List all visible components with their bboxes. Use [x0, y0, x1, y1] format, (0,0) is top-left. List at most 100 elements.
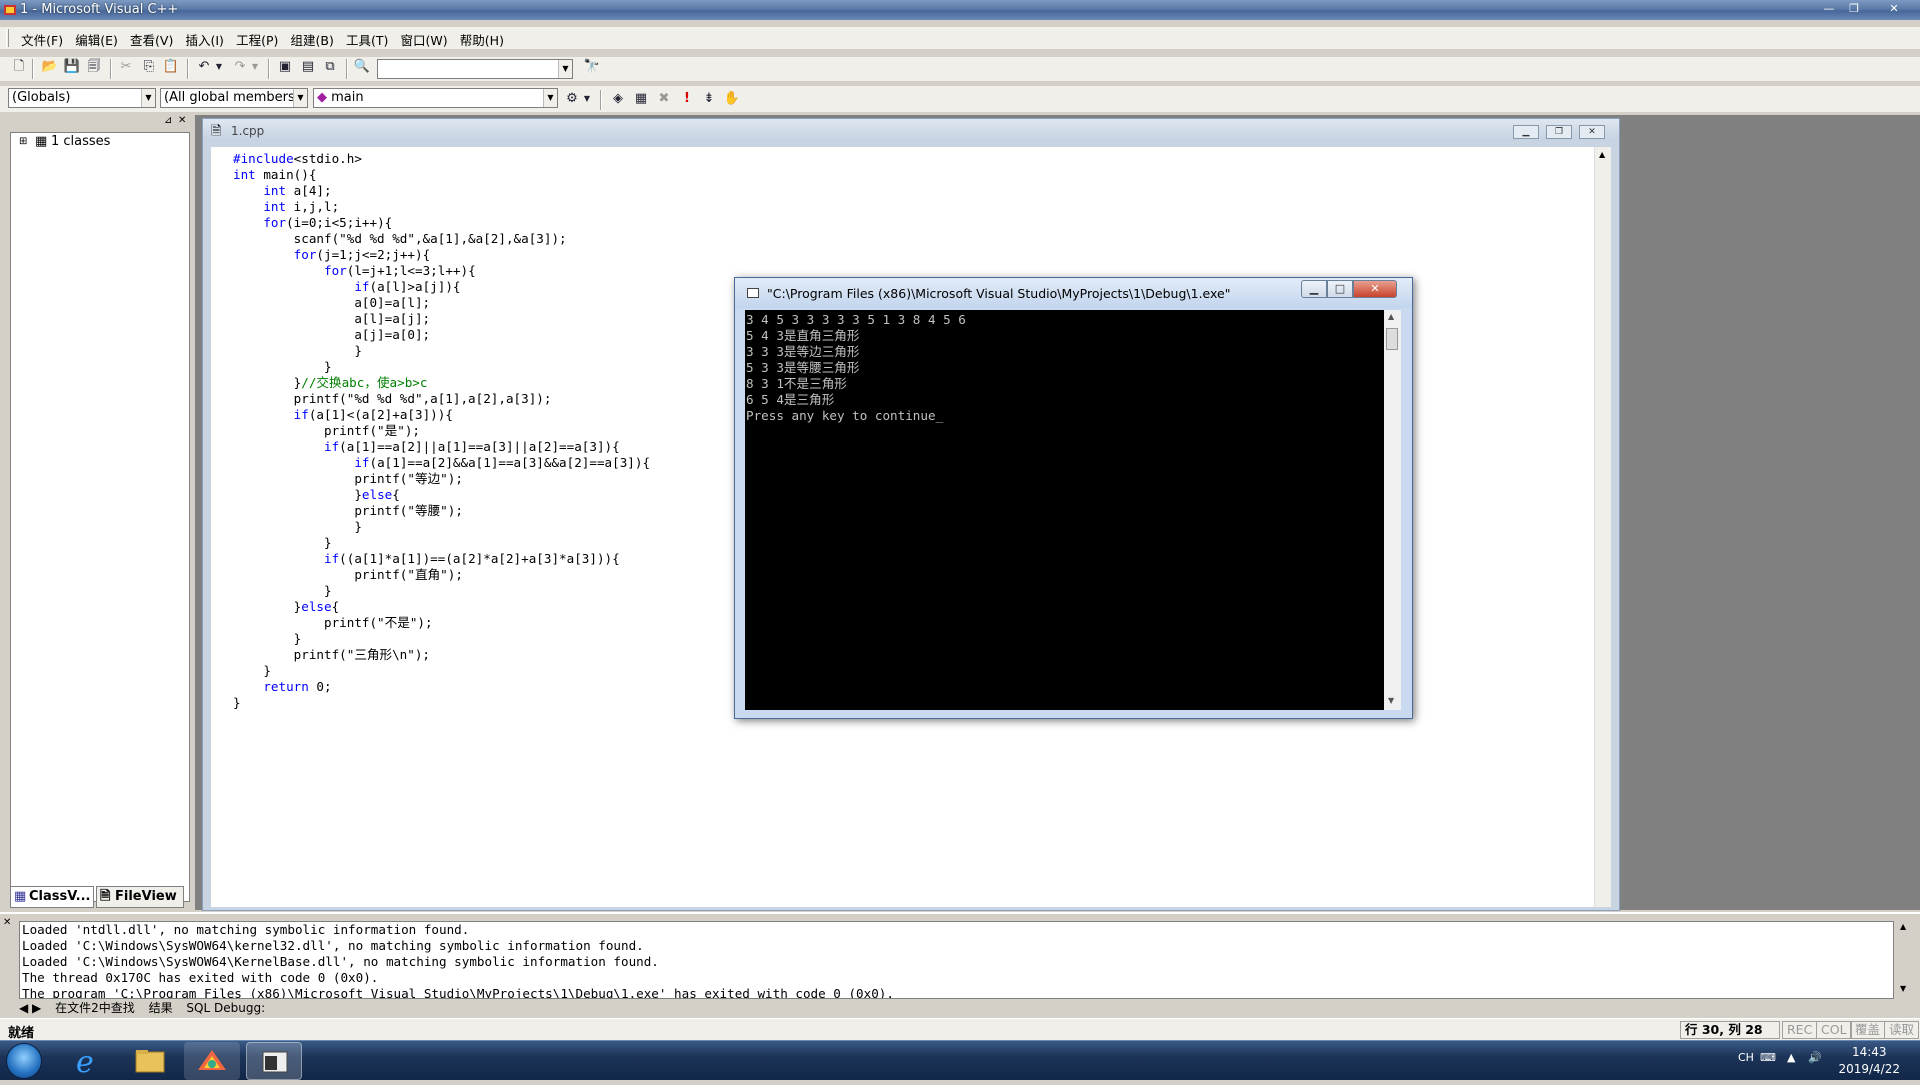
- menu-window[interactable]: 窗口(W): [397, 27, 452, 49]
- tree-root-label[interactable]: 1 classes: [51, 134, 110, 149]
- code-line: printf("%d %d %d",a[1],a[2],a[3]);: [233, 391, 552, 406]
- console-output[interactable]: 3 4 5 3 3 3 3 3 5 1 3 8 4 5 65 4 3是直角三角形…: [745, 310, 1401, 710]
- clock-date: 2019/4/22: [1838, 1062, 1900, 1076]
- undo-dropdown-icon[interactable]: ▼: [214, 57, 224, 77]
- classes-icon: ▦: [35, 134, 48, 149]
- minimize-button[interactable]: —: [1818, 1, 1840, 17]
- output-window-icon[interactable]: ▤: [298, 57, 318, 77]
- tab-scroll-icon[interactable]: ◀ ▶: [19, 1001, 41, 1015]
- save-all-icon[interactable]: 🗐: [84, 57, 104, 77]
- find-in-files-icon[interactable]: 🔍: [352, 57, 372, 77]
- doc-minimize-button[interactable]: ▁: [1513, 125, 1539, 139]
- tab-classview[interactable]: ▦ ClassV...: [10, 886, 94, 908]
- chevron-down-icon[interactable]: ▼: [543, 89, 557, 107]
- tab-sql-debugging[interactable]: SQL Debugg:: [186, 1001, 265, 1015]
- menu-build[interactable]: 组建(B): [287, 27, 338, 49]
- chevron-down-icon[interactable]: ▼: [558, 60, 572, 78]
- editor-scrollbar[interactable]: ▲: [1594, 147, 1611, 907]
- cursor-position: 行 30, 列 28: [1680, 1021, 1780, 1039]
- stop-build-icon[interactable]: ✖: [654, 89, 674, 109]
- find-icon[interactable]: 🔭: [582, 57, 602, 77]
- output-text[interactable]: Loaded 'ntdll.dll', no matching symbolic…: [19, 921, 1894, 999]
- windows-list-icon[interactable]: ⧉: [320, 57, 340, 77]
- copy-icon[interactable]: ⎘: [139, 57, 159, 77]
- close-icon[interactable]: ✕: [178, 115, 186, 126]
- workspace-icon[interactable]: ▣: [275, 57, 295, 77]
- chevron-down-icon[interactable]: ▼: [293, 89, 307, 107]
- status-read: 读取: [1884, 1021, 1920, 1039]
- save-icon[interactable]: 💾: [62, 57, 82, 77]
- code-line: }: [233, 519, 362, 534]
- compile-icon[interactable]: ◈: [608, 89, 628, 109]
- output-tabs: ◀ ▶ 在文件2中查找 结果 SQL Debugg:: [19, 999, 275, 1015]
- menu-insert[interactable]: 插入(I): [181, 27, 227, 49]
- menu-tools[interactable]: 工具(T): [342, 27, 392, 49]
- build-icon[interactable]: ▦: [631, 89, 651, 109]
- chevron-down-icon[interactable]: ▼: [141, 89, 155, 107]
- output-line: The program 'C:\Program Files (x86)\Micr…: [22, 986, 894, 999]
- visual-cpp-taskbar-icon[interactable]: [184, 1042, 240, 1080]
- scroll-thumb[interactable]: [1386, 328, 1398, 350]
- doc-restore-button[interactable]: ❐: [1546, 125, 1572, 139]
- start-orb-icon[interactable]: [6, 1043, 42, 1079]
- find-combo[interactable]: ▼: [377, 59, 573, 79]
- document-title-bar: 🗎 1.cpp ▁ ❐ ✕: [203, 119, 1619, 141]
- scroll-down-icon[interactable]: ▼: [1900, 984, 1906, 993]
- internet-explorer-icon[interactable]: e: [60, 1042, 116, 1080]
- source-code[interactable]: #include<stdio.h> int main(){ int a[4]; i…: [233, 151, 650, 711]
- restore-button[interactable]: ❐: [1843, 1, 1865, 17]
- close-icon[interactable]: ✕: [3, 917, 11, 928]
- tray-expand-icon[interactable]: ▲: [1787, 1051, 1795, 1064]
- cut-icon[interactable]: ✂: [116, 57, 136, 77]
- console-minimize-button[interactable]: ▁: [1301, 280, 1327, 298]
- open-folder-icon[interactable]: 📂: [40, 57, 60, 77]
- scope-combo[interactable]: (Globals) ▼: [8, 88, 156, 108]
- new-file-icon[interactable]: 🗋: [9, 57, 29, 77]
- members-combo[interactable]: (All global members ▼: [160, 88, 308, 108]
- paste-icon[interactable]: 📋: [161, 57, 181, 77]
- code-line: printf("直角");: [233, 567, 463, 582]
- scroll-up-icon[interactable]: ▲: [1388, 312, 1394, 321]
- expand-icon[interactable]: ⊞: [19, 136, 27, 147]
- code-line: printf("等腰");: [233, 503, 463, 518]
- tab-find-in-files-2[interactable]: 在文件2中查找: [55, 1001, 135, 1015]
- classview-icon: ▦: [14, 889, 27, 904]
- volume-icon[interactable]: 🔊: [1808, 1051, 1822, 1064]
- console-title: "C:\Program Files (x86)\Microsoft Visual…: [767, 286, 1231, 301]
- function-combo[interactable]: ◆ main ▼: [313, 88, 558, 108]
- wizard-action-icon[interactable]: ⚙: [562, 89, 582, 109]
- execute-icon[interactable]: !: [677, 89, 697, 109]
- toolbar-separator: [32, 59, 34, 79]
- menu-edit[interactable]: 编辑(E): [71, 27, 122, 49]
- menu-view[interactable]: 查看(V): [126, 27, 177, 49]
- console-maximize-button[interactable]: □: [1327, 280, 1353, 298]
- pin-icon[interactable]: ⊿: [164, 115, 172, 126]
- toolbar-separator: [268, 59, 270, 79]
- tab-results[interactable]: 结果: [149, 1001, 173, 1015]
- scroll-down-icon[interactable]: ▼: [1388, 696, 1394, 705]
- menu-file[interactable]: 文件(F): [17, 27, 67, 49]
- breakpoint-hand-icon[interactable]: ✋: [722, 89, 742, 109]
- console-taskbar-icon[interactable]: [246, 1042, 302, 1080]
- keyboard-icon[interactable]: ⌨: [1760, 1051, 1776, 1064]
- menu-help[interactable]: 帮助(H): [456, 27, 508, 49]
- console-close-button[interactable]: ✕: [1353, 280, 1397, 298]
- class-tree[interactable]: ⊞ ▦ 1 classes: [10, 132, 190, 902]
- redo-icon[interactable]: ↷: [230, 57, 250, 77]
- input-language[interactable]: CH: [1738, 1051, 1754, 1064]
- scroll-up-icon[interactable]: ▲: [1599, 150, 1605, 159]
- console-scrollbar[interactable]: ▲ ▼: [1384, 310, 1401, 710]
- redo-dropdown-icon[interactable]: ▼: [250, 57, 260, 77]
- status-ovr: 覆盖: [1850, 1021, 1886, 1039]
- system-clock[interactable]: 14:43 2019/4/22: [1838, 1044, 1900, 1078]
- close-button[interactable]: ✕: [1880, 1, 1908, 17]
- menu-project[interactable]: 工程(P): [232, 27, 282, 49]
- doc-close-button[interactable]: ✕: [1579, 125, 1605, 139]
- status-bar: 就绪 行 30, 列 28 REC COL 覆盖 读取: [0, 1018, 1920, 1041]
- undo-icon[interactable]: ↶: [194, 57, 214, 77]
- tab-fileview[interactable]: 🗎 FileView: [96, 886, 184, 908]
- wizard-dropdown-icon[interactable]: ▼: [582, 89, 592, 109]
- go-icon[interactable]: ⇟: [699, 89, 719, 109]
- scroll-up-icon[interactable]: ▲: [1900, 922, 1906, 931]
- file-explorer-icon[interactable]: [122, 1042, 178, 1080]
